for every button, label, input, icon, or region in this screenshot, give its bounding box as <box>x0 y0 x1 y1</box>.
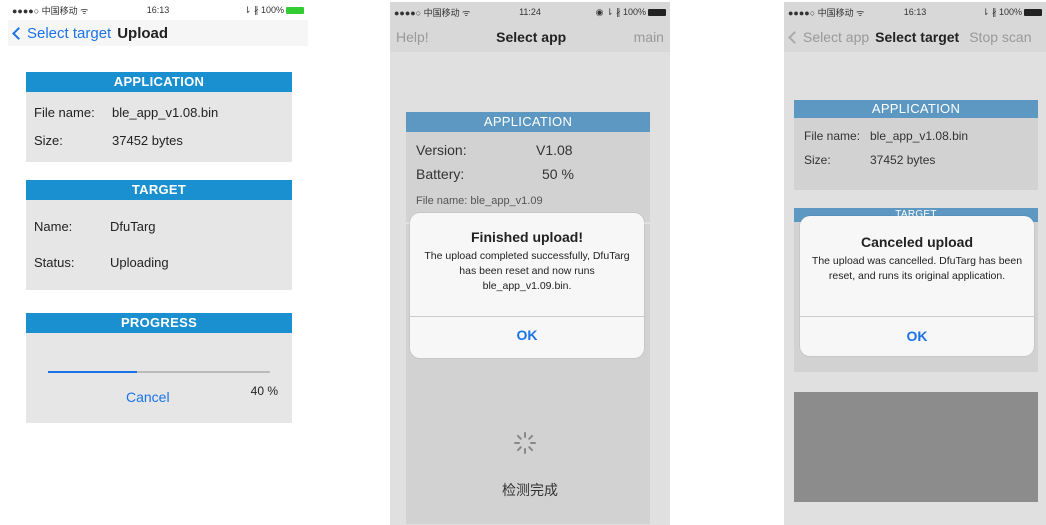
target-name-value: DfuTarg <box>110 218 156 234</box>
size-value: 37452 bytes <box>870 153 936 167</box>
version-value: V1.08 <box>536 142 573 158</box>
nav-bar: Select app Select target Stop scan <box>784 22 1046 52</box>
page-title: Upload <box>117 24 169 42</box>
target-name-label: Name: <box>34 218 73 234</box>
main-button[interactable]: main <box>634 29 664 45</box>
cancel-button[interactable]: Cancel <box>126 389 170 405</box>
file-name-partial: File name: ble_app_v1.09 <box>416 195 543 207</box>
page-title: Select target <box>875 29 960 45</box>
battery-status: ⇂ ∦ 100% <box>207 5 304 16</box>
alert-title: Canceled upload <box>860 234 974 250</box>
back-button[interactable]: Select app <box>784 29 869 45</box>
carrier-signal: ●●●●○ 中国移动 ᯤ <box>12 5 89 16</box>
clock: 11:24 <box>519 7 541 17</box>
nav-bar: Select target Upload <box>8 20 308 46</box>
battery-icon <box>648 8 667 16</box>
battery-status: ◉ ⇂ ∦ 100% <box>575 7 667 18</box>
scan-status-text: 检测完成 <box>502 482 558 498</box>
back-label: Select target <box>27 24 112 42</box>
battery-value: 50 % <box>542 166 574 182</box>
status-bar: ●●●●○ 中国移动 ᯤ 11:24 ◉ ⇂ ∦ 100% <box>390 2 670 22</box>
progress-card: PROGRESS Cancel 40 % <box>26 313 292 423</box>
size-label: Size: <box>34 132 63 148</box>
file-name-label: File name: <box>34 104 95 120</box>
upload-screen: ●●●●○ 中国移动 ᯤ 16:13 ⇂ ∦ 100% Select targe… <box>8 0 308 525</box>
alert-divider <box>410 316 644 317</box>
back-label: Select app <box>803 29 870 45</box>
alert-title: Finished upload! <box>471 229 583 245</box>
nav-bar: Help! Select app main <box>390 22 670 52</box>
ok-button[interactable]: OK <box>410 327 644 343</box>
file-name-value: ble_app_v1.08.bin <box>870 129 969 143</box>
carrier-signal: ●●●●○ 中国移动 ᯤ <box>394 7 471 18</box>
battery-label: Battery: <box>416 166 465 182</box>
progress-fill <box>48 371 137 373</box>
version-label: Version: <box>416 142 467 158</box>
back-button[interactable]: Select target <box>8 25 111 42</box>
progress-percent: 40 % <box>250 384 278 398</box>
section-header-progress: PROGRESS <box>26 313 292 333</box>
section-header-application: APPLICATION <box>794 100 1038 118</box>
section-header-application: APPLICATION <box>406 112 650 132</box>
chevron-left-icon <box>788 30 801 44</box>
progress-bar <box>48 371 270 373</box>
size-value: 37452 bytes <box>112 132 183 148</box>
canceled-upload-alert: Canceled upload The upload was cancelled… <box>800 216 1034 356</box>
page-title: Select app <box>496 29 567 45</box>
section-header-application: APPLICATION <box>26 72 292 92</box>
select-target-screen: ●●●●○ 中国移动 ᯤ 16:13 ⇂ ∦ 100% Select app S… <box>784 2 1046 525</box>
status-bar: ●●●●○ 中国移动 ᯤ 16:13 ⇂ ∦ 100% <box>8 0 308 20</box>
help-button[interactable]: Help! <box>396 29 429 45</box>
target-status-value: Uploading <box>110 254 169 270</box>
carrier-signal: ●●●●○ 中国移动 ᯤ <box>788 7 865 18</box>
file-name-value: ble_app_v1.08.bin <box>112 104 219 120</box>
alert-message: The upload completed successfully, DfuTa… <box>424 250 630 292</box>
target-status-label: Status: <box>34 254 75 270</box>
device-list-area <box>794 392 1038 502</box>
chevron-left-icon <box>12 26 25 40</box>
alert-divider <box>800 316 1034 317</box>
finished-upload-alert: Finished upload! The upload completed su… <box>410 213 644 358</box>
battery-icon <box>1024 8 1043 16</box>
target-card: TARGET Name: DfuTarg Status: Uploading <box>26 180 292 290</box>
section-header-target: TARGET <box>26 180 292 200</box>
clock: 16:13 <box>903 7 927 17</box>
select-app-screen: ●●●●○ 中国移动 ᯤ 11:24 ◉ ⇂ ∦ 100% Help! Sele… <box>390 2 670 525</box>
clock: 16:13 <box>146 5 170 15</box>
alert-message: The upload was cancelled. DfuTarg has be… <box>811 255 1023 282</box>
battery-status: ⇂ ∦ 100% <box>957 7 1043 18</box>
battery-icon <box>285 6 304 14</box>
file-name-label: File name: <box>804 129 861 143</box>
status-bar: ●●●●○ 中国移动 ᯤ 16:13 ⇂ ∦ 100% <box>784 2 1046 22</box>
ok-button[interactable]: OK <box>800 328 1034 344</box>
loading-spinner-icon <box>514 432 536 454</box>
stop-scan-button[interactable]: Stop scan <box>969 29 1031 45</box>
application-card: APPLICATION File name: ble_app_v1.08.bin… <box>26 72 292 162</box>
size-label: Size: <box>804 153 831 167</box>
